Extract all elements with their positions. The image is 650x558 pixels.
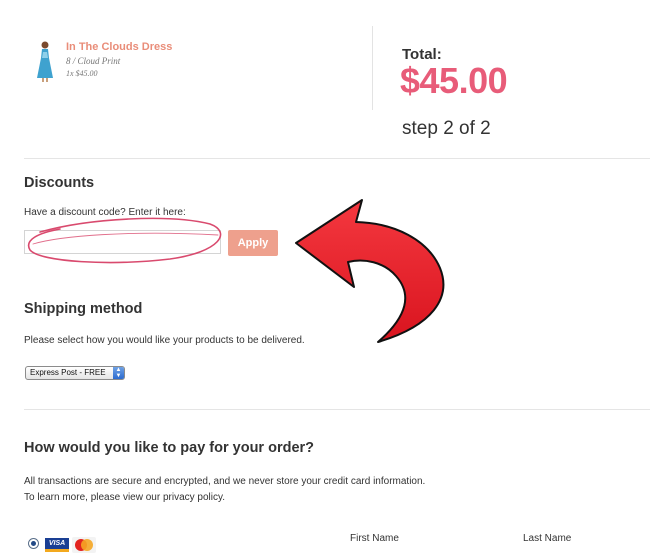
checkout-step-indicator: step 2 of 2 bbox=[402, 118, 491, 139]
privacy-note-link[interactable]: To learn more, please view our privacy p… bbox=[24, 492, 225, 503]
product-variant: 8 / Cloud Print bbox=[66, 56, 121, 66]
shipping-method-select[interactable]: Express Post - FREE ▲ ▼ bbox=[25, 366, 125, 380]
discount-prompt: Have a discount code? Enter it here: bbox=[24, 207, 186, 218]
shipping-heading: Shipping method bbox=[24, 301, 143, 317]
credit-card-radio[interactable] bbox=[28, 538, 39, 549]
product-thumbnail bbox=[34, 40, 56, 82]
discounts-heading: Discounts bbox=[24, 175, 95, 191]
shipping-description: Please select how you would like your pr… bbox=[24, 335, 305, 346]
payment-heading: How would you like to pay for your order… bbox=[24, 440, 315, 456]
mastercard-icon bbox=[72, 537, 96, 553]
last-name-label: Last Name bbox=[523, 533, 572, 544]
shipping-selected-option: Express Post - FREE bbox=[30, 368, 106, 377]
summary-divider bbox=[372, 26, 373, 110]
discount-code-input[interactable] bbox=[24, 230, 221, 254]
apply-discount-button[interactable]: Apply bbox=[228, 230, 278, 256]
product-quantity-price: 1x $45.00 bbox=[66, 69, 98, 78]
select-arrows-icon: ▲ ▼ bbox=[113, 367, 124, 379]
total-amount: $45.00 bbox=[400, 60, 508, 101]
red-arrow-icon bbox=[295, 199, 445, 343]
product-name-link[interactable]: In The Clouds Dress bbox=[66, 41, 172, 53]
security-note: All transactions are secure and encrypte… bbox=[24, 476, 426, 487]
visa-icon: VISA bbox=[45, 538, 69, 552]
first-name-label: First Name bbox=[350, 533, 399, 544]
annotation-overlay bbox=[27, 199, 445, 343]
section-divider bbox=[24, 158, 650, 159]
section-divider bbox=[24, 409, 650, 410]
